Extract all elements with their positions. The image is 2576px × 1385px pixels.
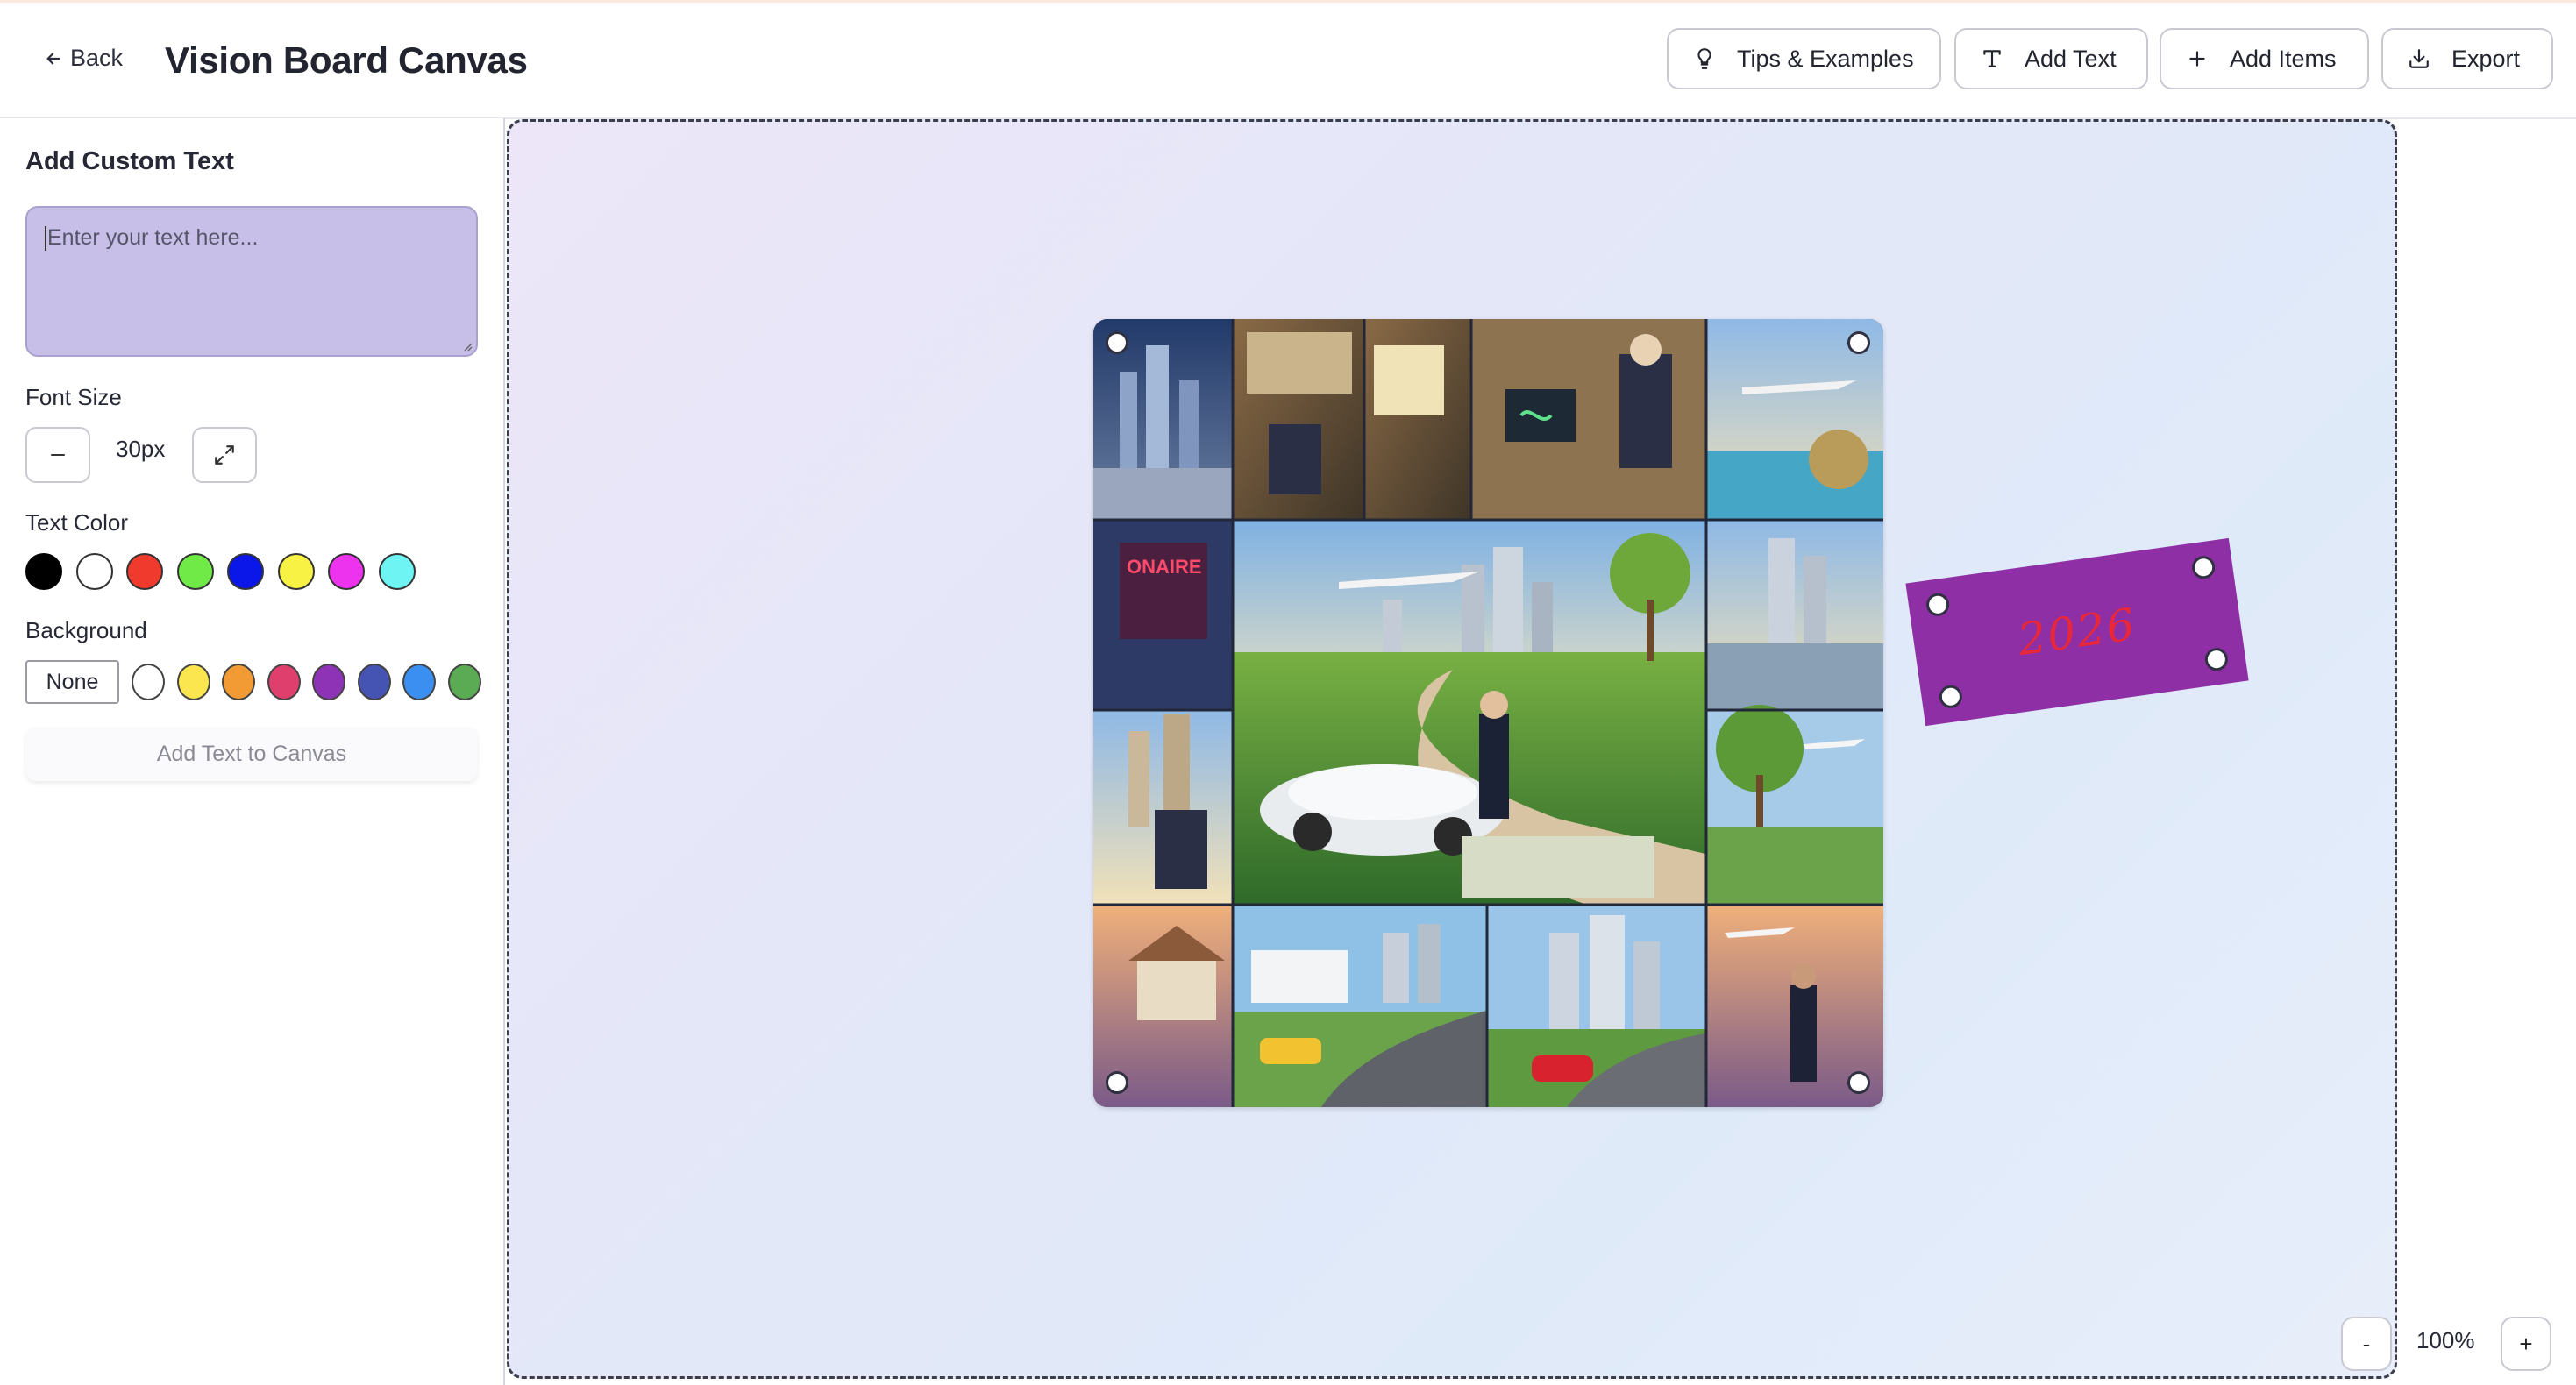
text-caret	[45, 226, 46, 252]
background-color-swatch[interactable]	[447, 664, 481, 700]
collage-artwork: ONAIRE	[1093, 319, 1883, 1107]
background-color-swatch[interactable]	[222, 664, 255, 700]
background-none-button[interactable]: None	[25, 660, 119, 704]
background-color-swatch[interactable]	[132, 664, 165, 700]
export-button[interactable]: Export	[2381, 28, 2553, 89]
zoom-in-button[interactable]: +	[2501, 1317, 2551, 1371]
text-color-swatch[interactable]	[378, 553, 416, 590]
background-color-swatch[interactable]	[312, 664, 345, 700]
text-color-swatch[interactable]	[75, 553, 113, 590]
image-resize-handle-top-left[interactable]	[1106, 331, 1128, 354]
add-text-label: Add Text	[2025, 45, 2117, 72]
add-items-label: Add Items	[2230, 45, 2337, 72]
background-color-swatch[interactable]	[267, 664, 301, 700]
plus-icon	[2189, 51, 2205, 67]
zoom-out-button[interactable]: -	[2341, 1317, 2392, 1371]
add-text-to-canvas-button[interactable]: Add Text to Canvas	[25, 727, 478, 781]
image-resize-handle-bottom-left[interactable]	[1106, 1071, 1128, 1094]
back-label: Back	[70, 45, 124, 71]
text-sidebar: Add Custom Text Enter your text here... …	[0, 118, 505, 1385]
text-item-2026[interactable]: 2026	[1905, 537, 2249, 727]
text-color-swatch[interactable]	[176, 553, 214, 590]
custom-text-input[interactable]: Enter your text here...	[25, 206, 478, 357]
background-color-swatch[interactable]	[357, 664, 391, 700]
background-color-swatch[interactable]	[176, 664, 210, 700]
font-size-value: 30px	[116, 436, 166, 462]
font-size-expand-button[interactable]	[192, 427, 257, 483]
background-color-swatch[interactable]	[402, 664, 436, 700]
vision-collage-image[interactable]: ONAIRE	[1093, 319, 1883, 1107]
download-icon	[2409, 49, 2429, 68]
app-header: Back Vision Board Canvas Tips & Examples…	[0, 3, 2576, 119]
vision-board-canvas[interactable]: ONAIRE 2026	[507, 119, 2397, 1379]
background-label: Background	[25, 617, 147, 643]
lightbulb-icon	[1697, 48, 1711, 69]
image-resize-handle-top-right[interactable]	[1847, 331, 1870, 354]
text-color-swatch[interactable]	[227, 553, 264, 590]
text-color-swatch[interactable]	[328, 553, 365, 590]
page-title: Vision Board Canvas	[165, 39, 528, 81]
text-color-swatch[interactable]	[126, 553, 163, 590]
minus-icon	[51, 454, 65, 456]
tips-examples-label: Tips & Examples	[1737, 45, 1914, 72]
add-items-button[interactable]: Add Items	[2160, 28, 2369, 89]
custom-text-placeholder: Enter your text here...	[47, 225, 259, 250]
back-button[interactable]: Back	[44, 45, 123, 72]
font-size-label: Font Size	[25, 384, 122, 410]
image-resize-handle-bottom-right[interactable]	[1847, 1071, 1870, 1094]
svg-text:ONAIRE: ONAIRE	[1127, 556, 1202, 578]
tips-examples-button[interactable]: Tips & Examples	[1667, 28, 1941, 89]
text-color-swatch[interactable]	[277, 553, 315, 590]
export-label: Export	[2451, 45, 2521, 72]
add-text-button[interactable]: Add Text	[1954, 28, 2148, 89]
text-color-label: Text Color	[25, 509, 129, 536]
text-type-icon	[1983, 50, 2001, 67]
zoom-level: 100%	[2416, 1327, 2475, 1353]
text-color-swatch[interactable]	[25, 553, 62, 590]
text-item-content: 2026	[2014, 598, 2140, 666]
resize-grip-icon[interactable]	[460, 339, 473, 352]
font-size-decrease-button[interactable]	[25, 427, 90, 483]
arrow-left-icon	[46, 52, 60, 65]
sidebar-title: Add Custom Text	[25, 147, 234, 175]
expand-arrows-icon	[215, 445, 234, 465]
